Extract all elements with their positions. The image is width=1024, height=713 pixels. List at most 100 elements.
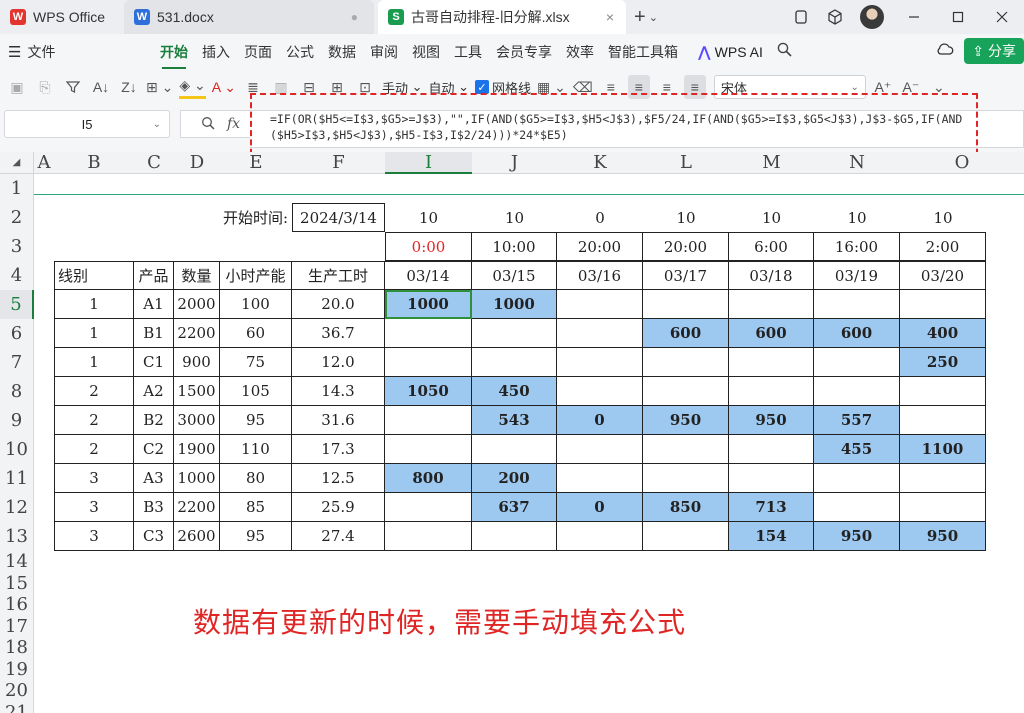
row-header-4[interactable]: 4 [0, 261, 34, 290]
schedule-cell[interactable]: 950 [814, 522, 900, 551]
menu-home[interactable]: 开始 [160, 42, 188, 69]
table-header-cell[interactable]: 小时产能 [220, 261, 292, 290]
schedule-cell[interactable] [900, 493, 986, 522]
date-cell[interactable]: 03/19 [814, 261, 900, 290]
name-box[interactable]: I5 ⌄ [4, 110, 170, 138]
schedule-cell[interactable]: 455 [814, 435, 900, 464]
hours-cell[interactable]: 10 [643, 203, 729, 232]
select-all-corner[interactable]: ◢ [0, 152, 34, 174]
filter-icon[interactable] [62, 75, 84, 99]
date-cell[interactable]: 03/17 [643, 261, 729, 290]
schedule-cell[interactable]: 713 [729, 493, 814, 522]
schedule-cell[interactable] [814, 290, 900, 319]
schedule-cell[interactable] [729, 464, 814, 493]
time-cell[interactable]: 6:00 [729, 232, 814, 261]
column-header-i[interactable]: I [385, 152, 472, 174]
table-cell-product[interactable]: A2 [134, 377, 174, 406]
row-header-7[interactable]: 7 [0, 348, 34, 377]
date-cell[interactable]: 03/16 [557, 261, 643, 290]
table-cell-product[interactable]: C3 [134, 522, 174, 551]
row-header-10[interactable]: 10 [0, 435, 34, 464]
menu-smart-toolbox[interactable]: 智能工具箱 [608, 42, 678, 62]
schedule-cell[interactable]: 154 [729, 522, 814, 551]
column-header-o[interactable]: O [900, 152, 1024, 174]
menu-view[interactable]: 视图 [412, 42, 440, 62]
schedule-cell[interactable] [643, 290, 729, 319]
table-cell-qty[interactable]: 2000 [174, 290, 220, 319]
start-date-cell[interactable]: 2024/3/14 [292, 203, 385, 232]
schedule-cell[interactable] [385, 522, 472, 551]
schedule-cell[interactable] [385, 435, 472, 464]
schedule-cell[interactable] [643, 348, 729, 377]
maximize-button[interactable] [936, 0, 980, 34]
tab-531-docx[interactable]: W 531.docx ● [124, 0, 374, 34]
schedule-cell[interactable] [557, 435, 643, 464]
row-header-9[interactable]: 9 [0, 406, 34, 435]
menu-formula[interactable]: 公式 [286, 42, 314, 62]
table-header-cell[interactable]: 产品 [134, 261, 174, 290]
new-tab-button[interactable]: + ⌄ [634, 6, 674, 29]
schedule-cell[interactable] [900, 406, 986, 435]
schedule-cell[interactable] [557, 348, 643, 377]
row-header-15[interactable]: 15 [0, 572, 34, 594]
table-cell-line[interactable]: 1 [54, 290, 134, 319]
table-cell-product[interactable]: C1 [134, 348, 174, 377]
table-cell-cap[interactable]: 95 [220, 522, 292, 551]
table-cell-qty[interactable]: 2200 [174, 319, 220, 348]
menu-tools[interactable]: 工具 [454, 42, 482, 62]
column-header-c[interactable]: C [134, 152, 174, 174]
user-avatar[interactable] [860, 5, 884, 29]
hours-cell[interactable]: 0 [557, 203, 643, 232]
row-header-11[interactable]: 11 [0, 464, 34, 493]
row-header-3[interactable]: 3 [0, 232, 34, 261]
table-cell-cap[interactable]: 75 [220, 348, 292, 377]
column-header-b[interactable]: B [54, 152, 134, 174]
sort-descending-icon[interactable]: Z↓ [118, 75, 140, 99]
schedule-cell[interactable] [385, 319, 472, 348]
share-button[interactable]: ⇪ 分享 [964, 38, 1024, 64]
schedule-cell[interactable]: 1100 [900, 435, 986, 464]
table-cell-cap[interactable]: 85 [220, 493, 292, 522]
row-header-1[interactable]: 1 [0, 174, 34, 203]
row-header-13[interactable]: 13 [0, 522, 34, 551]
table-cell-cap[interactable]: 105 [220, 377, 292, 406]
row-header-14[interactable]: 14 [0, 551, 34, 573]
table-cell-product[interactable]: C2 [134, 435, 174, 464]
row-header-12[interactable]: 12 [0, 493, 34, 522]
schedule-cell[interactable] [472, 319, 557, 348]
hours-cell[interactable]: 10 [385, 203, 472, 232]
column-header-d[interactable]: D [174, 152, 220, 174]
column-header-a[interactable]: A [34, 152, 54, 174]
schedule-cell[interactable] [385, 348, 472, 377]
schedule-cell[interactable]: 850 [643, 493, 729, 522]
time-cell[interactable]: 10:00 [472, 232, 557, 261]
column-header-j[interactable]: J [472, 152, 557, 174]
wps-ai-button[interactable]: ⋀ WPS AI [698, 43, 763, 61]
schedule-cell[interactable] [643, 522, 729, 551]
table-header-cell[interactable]: 数量 [174, 261, 220, 290]
row-header-19[interactable]: 19 [0, 658, 34, 680]
menu-insert[interactable]: 插入 [202, 42, 230, 62]
table-cell-line[interactable]: 1 [54, 348, 134, 377]
date-cell[interactable]: 03/14 [385, 261, 472, 290]
table-cell-hours[interactable]: 27.4 [292, 522, 385, 551]
schedule-cell[interactable]: 600 [729, 319, 814, 348]
schedule-cell[interactable]: 950 [643, 406, 729, 435]
schedule-cell[interactable]: 450 [472, 377, 557, 406]
table-cell-line[interactable]: 3 [54, 493, 134, 522]
table-cell-qty[interactable]: 1500 [174, 377, 220, 406]
time-cell[interactable]: 0:00 [385, 232, 472, 261]
schedule-cell[interactable] [729, 348, 814, 377]
schedule-cell[interactable] [643, 464, 729, 493]
row-header-21[interactable]: 21 [0, 701, 34, 713]
schedule-cell[interactable]: 0 [557, 406, 643, 435]
table-cell-line[interactable]: 2 [54, 406, 134, 435]
table-header-cell[interactable]: 线别 [54, 261, 134, 290]
schedule-cell[interactable]: 950 [729, 406, 814, 435]
schedule-cell[interactable]: 557 [814, 406, 900, 435]
row-header-16[interactable]: 16 [0, 594, 34, 616]
schedule-cell[interactable] [557, 522, 643, 551]
schedule-cell[interactable] [643, 377, 729, 406]
format-painter-icon[interactable]: ⎘ [34, 75, 56, 99]
schedule-cell[interactable] [557, 290, 643, 319]
